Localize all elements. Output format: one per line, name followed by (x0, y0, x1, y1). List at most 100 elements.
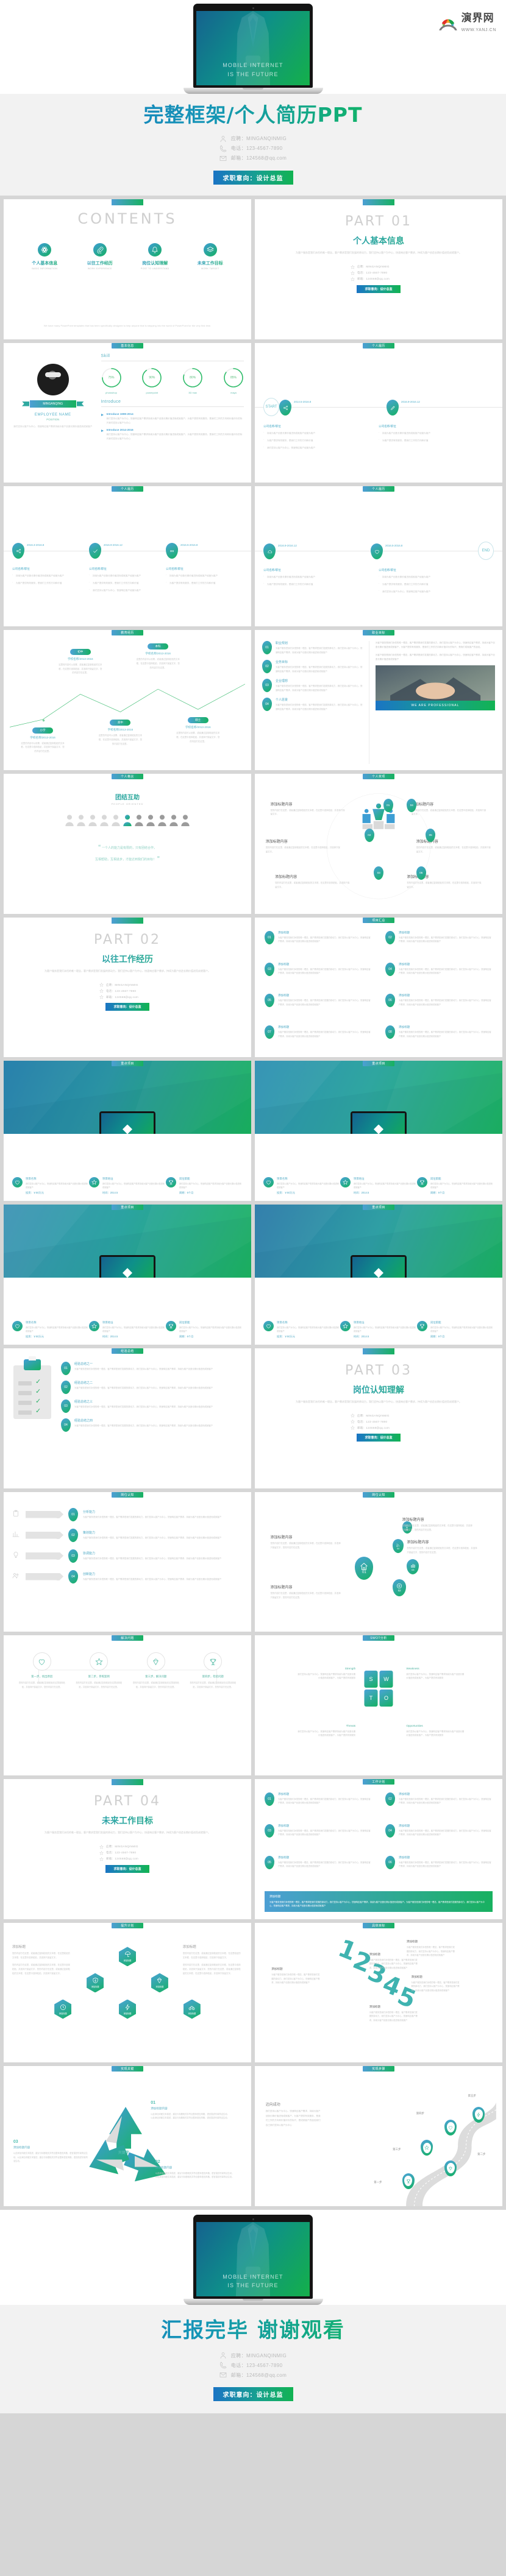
slide-ribbon-label: 个人履历 (363, 486, 394, 492)
slide-thumbnail[interactable]: 个人履历 2016.9-2016.12 2016.5-2016.8 END 公司名称/职… (255, 486, 502, 627)
slide-thumbnail[interactable]: 个人格言 团结互助 PEOPLE ORIENTED “ 一个人的能力是有限的，只有团结… (4, 773, 251, 914)
slide-thumbnail[interactable]: SWOT分析 S W T O Strength 我们坚持以客户为中心，快速响应客户需求持续为… (255, 1635, 502, 1776)
cluster-node[interactable]: 01 (355, 1557, 374, 1580)
contents-item[interactable]: 未来工作目标 WORK TARGET (191, 242, 230, 270)
project-detail-value: 投资：￥50万元 (277, 1334, 295, 1338)
contact-row: 应聘：MINGANQINMIG (99, 1844, 155, 1849)
contents-item[interactable]: 个人基本信息 BASIC INFORMATION (25, 242, 64, 270)
contact-row: 邮箱：124568@qq.com (351, 1426, 407, 1430)
mail-icon (219, 156, 227, 161)
employee-description: 我们坚持以客户为中心，快速响应客户需求持续为客户创造长期价值进而成就客户 (13, 425, 93, 428)
job-intent-button[interactable]: 求职意向：设计总监 (213, 2387, 293, 2402)
hex-item[interactable]: 添加标题 (87, 1973, 104, 1993)
slide-ribbon-label: 重点项目 (112, 1205, 143, 1211)
person-icon (351, 1414, 355, 1418)
slide-thumbnail[interactable]: 项目汇总 01 添加标题 为客户服务是我们永恒的唯一理念，客户需求是我们发展的原动力，… (255, 917, 502, 1058)
slide-thumbnail[interactable]: 重点项目 MOBILE INTERNETIS THE FUTURE 项目名称我们坚持… (255, 1061, 502, 1201)
slide-thumbnail[interactable]: 岗位认知 01 02 03 04 05 添加标题内容 您的内容打在这里，或者通过复制粘贴的文本… (255, 1491, 502, 1632)
skill-percent: 80% (190, 375, 196, 380)
circle-step-icon (32, 1652, 51, 1671)
project-number: 03 (265, 962, 274, 976)
cluster-node[interactable]: 04 (393, 1539, 404, 1553)
slide-content: 个人履历 2016.9-2016.12 2016.5-2016.8 END 公司名称/职… (255, 486, 502, 626)
road-pin-label: 第二步 (477, 2153, 486, 2156)
slide-thumbnail[interactable]: 实现步骤 迈向成功 我们坚持以客户为中心，快速响应客户需求，持续为客户 创造长期价值进… (255, 2066, 502, 2207)
award-desc: 您的内容打在这里，或者通过复制粘贴的文本框，在这里中选择粘贴，并选择只保留文字。 (265, 846, 340, 854)
circle-step-icon (146, 1652, 165, 1671)
slide-content: 实现关键 关键字 01 添加标题内容 以此添加详细文本描述，建议与标题相关并符合整体语言… (4, 2066, 251, 2206)
recycle-desc: 以此添加详细文本描述，建议与标题相关并符合整体语言风格，语言描述尽量简洁生动。以… (13, 2152, 88, 2163)
company-title: 公司名称/职位 (166, 567, 184, 571)
cluster-label: 添加标题内容 您的内容打在这里，或者通过复制粘贴的文本框，在这里中选择粘贴，并选择… (407, 1539, 477, 1554)
job-intent-button[interactable]: 求职意向：设计总监 (105, 1003, 149, 1011)
heart-icon (266, 1324, 271, 1328)
hex-item[interactable]: 添加标题 (119, 1999, 136, 2019)
hex-item[interactable]: 添加标题 (54, 1999, 72, 2019)
contents-item[interactable]: 岗位认知理解 POST TO UNDERSTAND (135, 242, 174, 270)
road-text-block: 迈向成功 我们坚持以客户为中心，快速响应客户需求，持续为客户 创造长期价值进而成就客… (266, 2101, 351, 2128)
hex-item[interactable]: 添加标题 (119, 1947, 136, 1967)
home-icon (360, 1563, 368, 1570)
part-subtitle: 未来工作目标 (4, 1814, 251, 1827)
slide-thumbnail[interactable]: 教育经历 小学 学校名称/2013-2016 这里的内容可以设置，或者通过复制粘贴的文… (4, 630, 251, 770)
cluster-node-number: 03 (412, 1568, 415, 1571)
project-detail-value: 周期：6个月 (430, 1334, 445, 1338)
logo-name: 演界网 (461, 12, 494, 24)
contact-row: 电话：123-4567-7890 (99, 1850, 155, 1855)
slide-ribbon (112, 199, 143, 205)
slide-content: 工作计划 01 添加标题 为客户服务是我们永恒的唯一理念，客户需求是我们发展的原动力，… (255, 1779, 502, 1919)
job-intent-button[interactable]: 求职意向：设计总监 (357, 1434, 401, 1442)
timeline-bullet: 为客户提供有效服务，是我们工作的方向和价值 (166, 581, 237, 586)
hex-item[interactable]: 添加标题 (183, 1999, 201, 2019)
slide-thumbnail[interactable]: PART 02 以往工作经历 为客户服务是我们永恒的唯一理念，客户需求是我们发展的原… (4, 917, 251, 1058)
checklist-desc: 为客户服务是我们永恒的唯一理念，客户需求是我们发展的原动力，我们坚持以客户为中心… (74, 1367, 213, 1370)
number-note-desc: 为客户服务是我们永恒的唯一理念，客户需求是我们发展的原动力，我们坚持以客户为中心… (271, 1973, 320, 1984)
project-list: 01 添加标题 为客户服务是我们永恒的唯一理念，客户需求是我们发展的原动力，我们坚持… (265, 930, 493, 1052)
slide-thumbnail[interactable]: 个人奖项 添加标题内容 您的内容打在这里，或者通过复制粘贴的文本框，在这里中选择粘贴… (255, 773, 502, 914)
hex-item[interactable]: 添加标题 (151, 1973, 168, 1993)
cluster-node[interactable]: 02 (393, 1579, 407, 1596)
slide-thumbnail[interactable]: 职业目标 01 职业规划 为客户服务是我们永恒的唯一理念，客户需求是我们发展的原动力，… (255, 630, 502, 770)
skills-column: Skill 75% photoshop 90% powerpoint 80% 3D max 8… (101, 354, 244, 477)
job-intent-button[interactable]: 求职意向：设计总监 (105, 1864, 149, 1873)
recycle-number: 01 (151, 2100, 155, 2105)
slide-thumbnail[interactable]: CONTENTS 个人基本信息 BASIC INFORMATION 以往工作经历 WOR… (4, 199, 251, 339)
timeline-pin (387, 400, 399, 416)
slide-ribbon (363, 1348, 394, 1354)
slide-thumbnail[interactable]: 个人履历 START 2014.5-2016.8 2016.9-2016.12 公司名称… (255, 342, 502, 483)
slide-thumbnail[interactable]: PART 03 岗位认知理解 为客户服务是我们永恒的唯一理念，客户需求是我们发展的原… (255, 1348, 502, 1488)
person-icon (180, 814, 190, 829)
job-intent-button[interactable]: 求职意向：设计总监 (213, 170, 293, 185)
slide-thumbnail[interactable]: 解决问题 第一步，找出原因 您的内容打在这里，或者通过复制粘贴在这里选择粘贴，并选择… (4, 1635, 251, 1776)
site-logo[interactable]: 演界网 WWW.YANJ.CN (438, 13, 496, 34)
mail-icon (99, 1856, 104, 1861)
number-note: 添加标题 为客户服务是我们永恒的唯一理念，客户需求是我们发展的原动力，我们坚持以客… (369, 2005, 419, 2022)
slide-thumbnail[interactable]: 提升计划 添加标题 您的内容打在这里，或者通过复制粘贴的文本框，在这里粘贴的文本框，… (4, 1922, 251, 2063)
slide-thumbnail[interactable]: PART 04 未来工作目标 为客户服务是我们永恒的唯一理念，客户需求是我们发展的原… (4, 1779, 251, 1919)
slide-thumbnail[interactable]: 重点项目 MOBILE INTERNETIS THE FUTURE 项目名称我们坚持… (255, 1205, 502, 1345)
slide-thumbnail[interactable]: 实现关键 关键字 01 添加标题内容 以此添加详细文本描述，建议与标题相关并符合整体语言… (4, 2066, 251, 2207)
slide-thumbnail[interactable]: 个人履历 2016.3-2016.8 2016.9-2016.12 2016.5-20… (4, 486, 251, 627)
share-icon (16, 548, 21, 553)
slide-thumbnail[interactable]: 重点项目 MOBILE INTERNETIS THE FUTURE 项目名称我们坚持… (4, 1061, 251, 1201)
slide-thumbnail[interactable]: 重点项目 MOBILE INTERNETIS THE FUTURE 项目名称我们坚持… (4, 1205, 251, 1345)
job-intent-button[interactable]: 求职意向：设计总监 (357, 285, 401, 293)
slide-thumbnail[interactable]: 工作计划 01 添加标题 为客户服务是我们永恒的唯一理念，客户需求是我们发展的原动力，… (255, 1779, 502, 1919)
slide-thumbnail[interactable]: 经验总结 ✓ ✓ ✓ ✓ 01 经验总结之一 为客户服务是我们永恒的唯一理念，客户需求是我们发… (4, 1348, 251, 1488)
road-pin[interactable] (402, 2173, 415, 2189)
slide-content: PART 01 个人基本信息 为客户服务是我们永恒的唯一理念，客户需求是我们发展的原… (255, 199, 502, 339)
cluster-node[interactable]: 03 (407, 1559, 419, 1575)
slide-thumbnail[interactable]: 基本信息 MINGANQING EMPLOYEE NAME POSITION 我们坚持以… (4, 342, 251, 483)
slide-thumbnail[interactable]: PART 01 个人基本信息 为客户服务是我们永恒的唯一理念，客户需求是我们发展的原… (255, 199, 502, 339)
project-detail: 项目名称 我们坚持以客户为中心，快速响应客户需求持续为客户创造长期价值进而成就客户… (263, 1177, 340, 1195)
slide-thumbnail[interactable]: 具体目标 12345 添加标题 为客户服务是我们永恒的唯一理念，客户需求是我们发展的原… (255, 1922, 502, 2063)
slide-thumbnail[interactable]: 岗位认知 01 分析能力 为客户服务是我们永恒的唯一理念，客户需求是我们发展的原动力，… (4, 1491, 251, 1632)
clip-icon (24, 1359, 41, 1370)
contents-item[interactable]: 以往工作经历 WORK EXPERIENCE (80, 242, 119, 270)
shield-icon (93, 1978, 98, 1984)
road-pin-inner (404, 2176, 413, 2187)
project-detail-title: 项目地址 (354, 1177, 365, 1180)
timeline-node: 2016.3-2016.8 (12, 543, 89, 559)
cluster-label-desc: 您的内容打在这里，或者通过复制粘贴的文本框，在这里中选择粘贴，并选择只保留文字，… (402, 1524, 472, 1531)
skill-item: 80% 3D max (182, 367, 203, 394)
